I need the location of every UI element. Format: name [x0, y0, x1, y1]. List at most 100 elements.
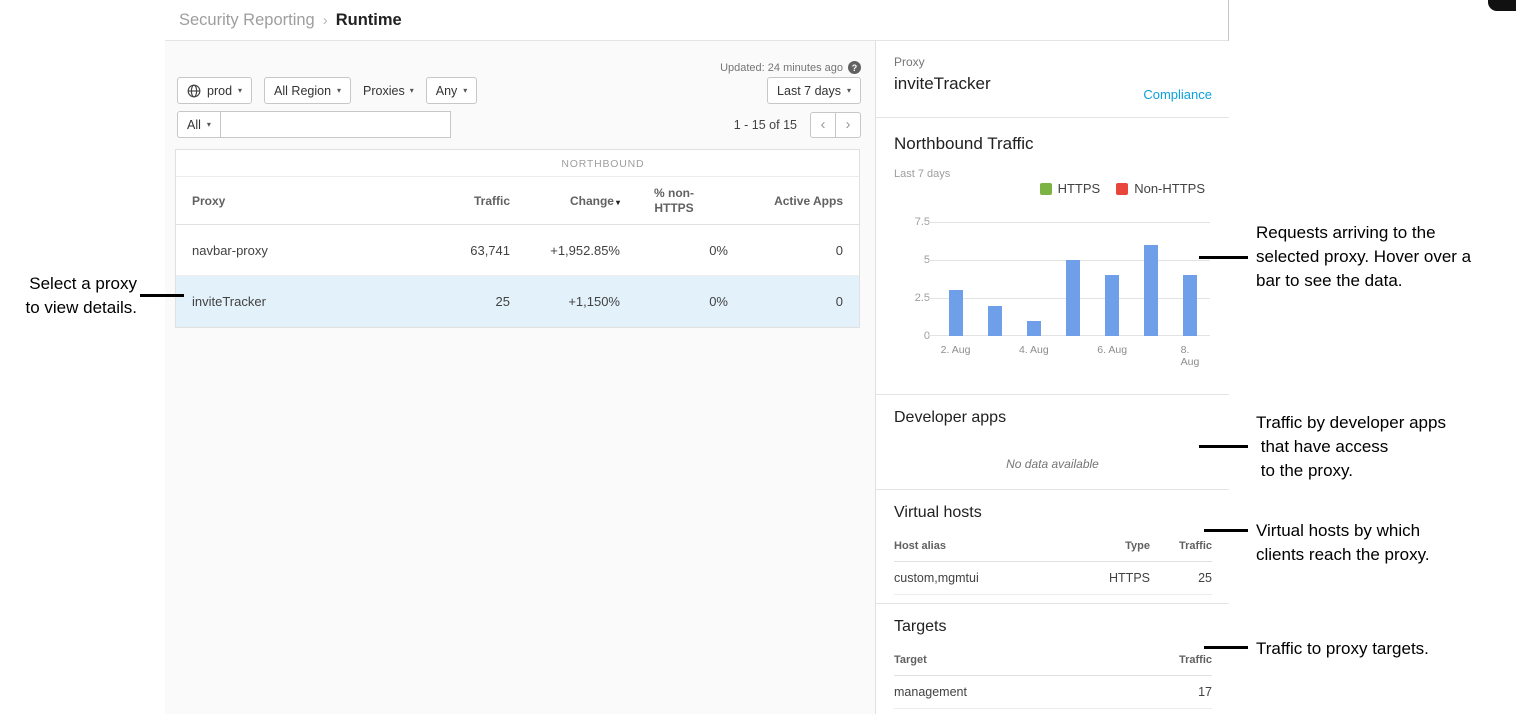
- breadcrumb: Security Reporting › Runtime: [165, 0, 1228, 41]
- date-range-dropdown[interactable]: Last 7 days ▾: [767, 77, 861, 104]
- chart-bar[interactable]: [1105, 275, 1119, 336]
- y-axis-tick: 2.5: [894, 291, 930, 305]
- pagination-prev-button[interactable]: ‹: [810, 112, 836, 138]
- chart-legend: HTTPS Non-HTTPS: [1040, 181, 1205, 196]
- compliance-link[interactable]: Compliance: [1143, 87, 1212, 102]
- annotation-text: Virtual hosts by which: [1256, 519, 1430, 543]
- annotation-line: [140, 294, 184, 297]
- environment-dropdown[interactable]: prod ▾: [177, 77, 252, 104]
- x-axis-tick: 2. Aug: [941, 344, 971, 356]
- legend-swatch-non-https: [1116, 183, 1128, 195]
- chart-bar[interactable]: [988, 306, 1002, 336]
- corner-mark: [1488, 0, 1516, 11]
- annotation-virtual-hosts: Virtual hosts by which clients reach the…: [1256, 519, 1430, 567]
- region-dropdown-label: All Region: [274, 84, 331, 98]
- chart-bar[interactable]: [1027, 321, 1041, 336]
- legend-label-non-https: Non-HTTPS: [1134, 181, 1205, 196]
- chart-bar[interactable]: [949, 290, 963, 336]
- cell-traffic: 25: [410, 294, 510, 309]
- column-header-traffic[interactable]: Traffic: [410, 194, 510, 208]
- northbound-traffic-title: Northbound Traffic: [894, 134, 1034, 154]
- virtual-host-row[interactable]: custom,mgmtui HTTPS 25: [894, 562, 1212, 595]
- column-header-non-https[interactable]: % non-HTTPS: [620, 186, 728, 216]
- cell-traffic: 63,741: [410, 243, 510, 258]
- date-range-label: Last 7 days: [777, 84, 841, 98]
- legend-swatch-https: [1040, 183, 1052, 195]
- cell-traffic: 17: [1150, 685, 1212, 699]
- table-group-header: NORTHBOUND: [176, 150, 859, 177]
- table-header-row: Proxy Traffic Change▾ % non-HTTPS Active…: [176, 177, 859, 225]
- proxy-table: NORTHBOUND Proxy Traffic Change▾ % non-H…: [175, 149, 860, 328]
- annotation-text: Traffic to proxy targets.: [1256, 637, 1429, 661]
- column-header-target: Target: [894, 654, 1150, 666]
- caret-down-icon: ▾: [238, 86, 242, 95]
- table-row-selected[interactable]: inviteTracker 25 +1,150% 0% 0: [176, 276, 859, 327]
- breadcrumb-section[interactable]: Security Reporting: [179, 11, 315, 30]
- cell-proxy-name: navbar-proxy: [192, 243, 410, 258]
- column-header-change[interactable]: Change▾: [510, 194, 620, 208]
- annotation-text: Requests arriving to the: [1256, 221, 1471, 245]
- pagination-next-button[interactable]: ›: [835, 112, 861, 138]
- x-axis-tick: 8. Aug: [1181, 344, 1201, 368]
- any-dropdown[interactable]: Any ▾: [426, 77, 478, 104]
- annotation-text: clients reach the proxy.: [1256, 543, 1430, 567]
- cell-traffic: 25: [1150, 571, 1212, 585]
- search-scope-label: All: [187, 118, 201, 132]
- chart-plot-area: 2. Aug 4. Aug 6. Aug 8. Aug: [936, 222, 1210, 336]
- column-header-active-apps[interactable]: Active Apps: [728, 194, 843, 208]
- annotation-northbound: Requests arriving to the selected proxy.…: [1256, 221, 1471, 293]
- cell-active-apps: 0: [728, 243, 843, 258]
- northbound-traffic-section: Northbound Traffic Last 7 days HTTPS Non…: [876, 118, 1229, 395]
- app-window: Security Reporting › Runtime Updated: 24…: [165, 0, 1229, 714]
- column-header-proxy[interactable]: Proxy: [192, 194, 410, 208]
- annotation-line: [1204, 646, 1248, 649]
- chart-bar[interactable]: [1183, 275, 1197, 336]
- cell-host-alias: custom,mgmtui: [894, 571, 1080, 585]
- caret-down-icon: ▾: [207, 120, 211, 129]
- chevron-right-icon: ›: [323, 12, 328, 29]
- updated-status: Updated: 24 minutes ago ?: [720, 61, 861, 74]
- annotation-text: Select a proxy: [0, 272, 137, 296]
- annotation-developer-apps: Traffic by developer apps that have acce…: [1256, 411, 1446, 483]
- proxies-dropdown-label: Proxies: [363, 84, 405, 98]
- virtual-hosts-table: Host alias Type Traffic custom,mgmtui HT…: [894, 540, 1212, 595]
- chart-bar[interactable]: [1066, 260, 1080, 336]
- developer-apps-title: Developer apps: [894, 409, 1006, 427]
- detail-header: Proxy inviteTracker Compliance: [876, 41, 1229, 118]
- table-row[interactable]: navbar-proxy 63,741 +1,952.85% 0% 0: [176, 225, 859, 276]
- help-icon[interactable]: ?: [848, 61, 861, 74]
- northbound-traffic-subtitle: Last 7 days: [894, 168, 950, 180]
- chevron-left-icon: ‹: [821, 116, 826, 133]
- annotation-line: [1204, 529, 1248, 532]
- column-header-type: Type: [1080, 540, 1150, 552]
- virtual-hosts-header-row: Host alias Type Traffic: [894, 540, 1212, 562]
- annotation-text: Traffic by developer apps: [1256, 411, 1446, 435]
- proxies-dropdown[interactable]: Proxies ▾: [363, 84, 414, 98]
- cell-active-apps: 0: [728, 294, 843, 309]
- annotation-line: [1199, 256, 1248, 259]
- search-input[interactable]: [220, 111, 451, 138]
- annotation-text: to the proxy.: [1256, 459, 1446, 483]
- pagination-range: 1 - 15 of 15: [734, 118, 797, 132]
- legend-label-https: HTTPS: [1058, 181, 1101, 196]
- virtual-hosts-section: Virtual hosts Host alias Type Traffic cu…: [876, 490, 1229, 604]
- target-row[interactable]: management 17: [894, 676, 1212, 709]
- chevron-right-icon: ›: [846, 116, 851, 133]
- caret-down-icon: ▾: [847, 86, 851, 95]
- cell-non-https: 0%: [620, 294, 728, 309]
- annotation-text: that have access: [1256, 435, 1446, 459]
- updated-text: Updated: 24 minutes ago: [720, 62, 843, 74]
- legend-item-non-https: Non-HTTPS: [1116, 181, 1205, 196]
- region-dropdown[interactable]: All Region ▾: [264, 77, 351, 104]
- targets-header-row: Target Traffic: [894, 654, 1212, 676]
- northbound-bar-chart: 7.5 5 2.5 0 2. Aug 4. Aug 6. Aug 8. Aug: [894, 222, 1212, 372]
- annotation-text: bar to see the data.: [1256, 269, 1471, 293]
- search-scope-dropdown[interactable]: All ▾: [177, 111, 221, 138]
- column-header-traffic: Traffic: [1150, 540, 1212, 552]
- targets-section: Targets Target Traffic management 17: [876, 604, 1229, 713]
- annotation-targets: Traffic to proxy targets.: [1256, 637, 1429, 661]
- filter-toolbar: prod ▾ All Region ▾ Proxies ▾ Any ▾ Las: [177, 77, 861, 104]
- chart-bar[interactable]: [1144, 245, 1158, 336]
- y-axis-tick: 0: [894, 329, 930, 343]
- northbound-group-label: NORTHBOUND: [561, 158, 644, 170]
